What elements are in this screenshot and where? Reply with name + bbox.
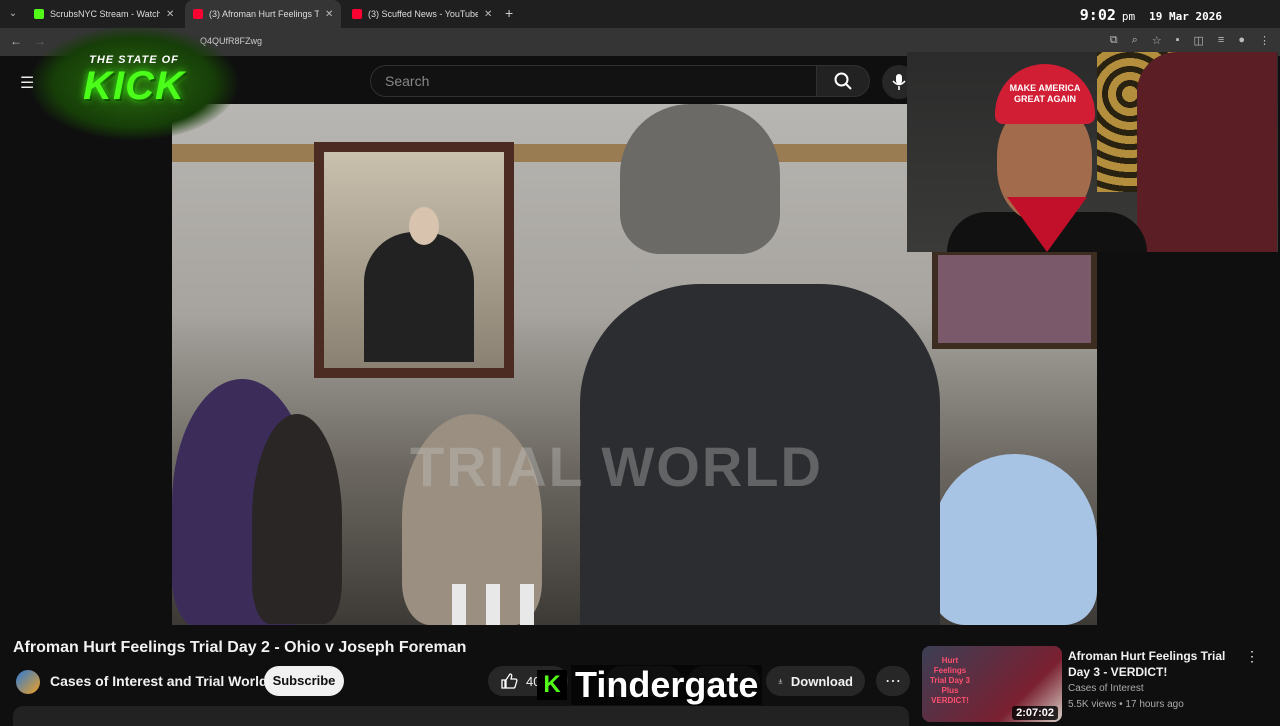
recommendation-meta: 5.5K views • 17 hours ago [1068,699,1184,710]
more-vertical-icon[interactable]: ⋮ [1245,648,1259,665]
tab-scrubsnyc[interactable]: ScrubsNYC Stream - Watch Live ✕ [26,0,182,28]
portrait-head [409,207,439,245]
youtube-favicon-icon [352,9,362,19]
new-tab-button[interactable]: + [505,5,513,21]
recommendation-thumbnail[interactable]: Hurt Feelings Trial Day 3 Plus VERDICT! … [922,646,1062,722]
microphone-icon [892,74,906,90]
video-watermark: TRIAL WORLD [410,435,823,498]
attorney-figure [580,104,940,625]
streamer-webcam: MAKE AMERICA GREAT AGAIN [907,52,1278,252]
stream-caption-overlay: K Tindergate [537,664,763,706]
download-icon [778,678,783,684]
logo-main-text: KICK [83,64,185,108]
youtube-favicon-icon [193,9,203,19]
zoom-icon[interactable]: ⌕ [1132,34,1138,47]
video-duration: 2:07:02 [1012,706,1058,720]
more-actions-button[interactable]: ⋯ [876,666,910,696]
clock-ampm: pm [1121,10,1136,23]
webcam-chair [1137,52,1277,252]
tab-scuffed-news[interactable]: (3) Scuffed News - YouTube ✕ [344,0,500,28]
clock-date: 19 Mar 2026 [1149,10,1222,23]
forward-arrow-icon[interactable]: → [34,34,46,48]
water-bottles [452,584,552,625]
tab-title: (3) Afroman Hurt Feelings Trial [209,9,319,19]
attorney-head [620,104,780,254]
back-arrow-icon[interactable]: ← [10,34,22,48]
subscribe-button[interactable]: Subscribe [264,666,344,696]
thumbs-up-icon [501,673,518,689]
media-control-icon[interactable]: ≡ [1218,34,1224,47]
tab-afroman-trial[interactable]: (3) Afroman Hurt Feelings Trial ✕ [185,0,342,28]
caption-text: Tindergate [571,665,763,705]
wall-picture [932,249,1097,349]
extension-badge-icon[interactable]: ▪ [1176,34,1180,47]
tab-close-icon[interactable]: ✕ [166,9,174,20]
tab-search-chevron-icon[interactable]: ⌄ [4,5,22,23]
clock-time: 9:02 [1079,6,1116,24]
hat-text-line2: GREAT AGAIN [1014,94,1076,104]
browser-menu-icon[interactable]: ⋮ [1259,34,1270,47]
hat-text-line1: MAKE AMERICA [1009,83,1081,93]
bookmark-star-icon[interactable]: ☆ [1152,34,1162,47]
clock-overlay: 9:02 pm 19 Mar 2026 [1080,6,1222,24]
download-button[interactable]: Download [766,666,865,696]
seated-person [252,414,342,624]
browser-toolbar-icons: ⧉ ⌕ ☆ ▪ ◫ ≡ ● ⋮ [1110,34,1270,47]
tab-close-icon[interactable]: ✕ [484,9,492,20]
kick-favicon-icon [34,9,44,19]
recommendation-title[interactable]: Afroman Hurt Feelings Trial Day 3 - VERD… [1068,648,1240,680]
video-title: Afroman Hurt Feelings Trial Day 2 - Ohio… [13,639,467,656]
tab-title: (3) Scuffed News - YouTube [368,9,478,19]
thumbnail-text: Hurt Feelings Trial Day 3 Plus VERDICT! [929,656,971,705]
channel-name[interactable]: Cases of Interest and Trial World [50,673,268,689]
download-label: Download [790,673,853,689]
portrait-figure [364,232,474,362]
search-button[interactable] [816,65,870,97]
tab-close-icon[interactable]: ✕ [325,9,333,20]
kick-k-icon: K [537,670,567,700]
description-box[interactable] [13,706,909,726]
judge-portrait [314,142,514,378]
cast-icon[interactable]: ⧉ [1110,34,1118,47]
profile-icon[interactable]: ● [1238,34,1245,47]
search-input[interactable]: Search [370,65,817,97]
browser-tab-bar: ⌄ ScrubsNYC Stream - Watch Live ✕ (3) Af… [0,0,1280,28]
recommendation-channel[interactable]: Cases of Interest [1068,683,1144,694]
webcam-hat: MAKE AMERICA GREAT AGAIN [995,64,1095,124]
state-of-kick-logo: THE STATE OF KICK [30,26,238,140]
search-icon [834,72,852,90]
channel-avatar[interactable] [16,670,40,694]
extensions-puzzle-icon[interactable]: ◫ [1194,34,1204,47]
more-horizontal-icon: ⋯ [885,673,901,690]
seated-person [932,454,1097,625]
tab-title: ScrubsNYC Stream - Watch Live [50,9,160,19]
